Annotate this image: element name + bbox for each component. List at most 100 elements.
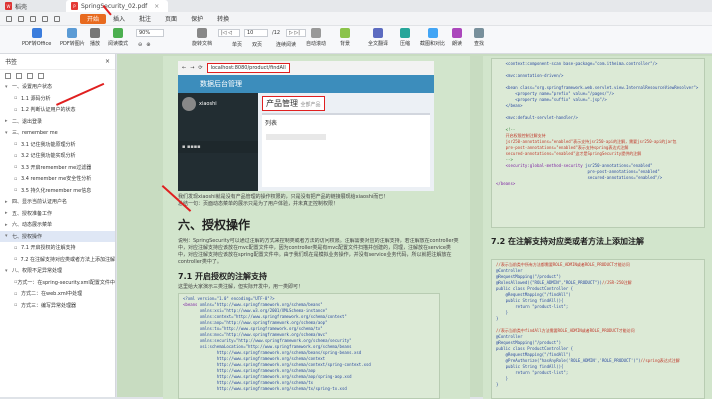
app-main: 产品管理 全部产品 列表 bbox=[258, 93, 434, 191]
rotate-button[interactable]: 旋转文档 bbox=[192, 28, 212, 47]
single-page-button[interactable]: 单页 bbox=[232, 41, 242, 48]
bookmark-item[interactable]: ▸ 四、显示当前认证用户名 bbox=[0, 196, 115, 208]
collapse-icon[interactable] bbox=[16, 72, 22, 79]
next-page-button[interactable]: ▷ ▷| bbox=[286, 29, 306, 37]
menu-protect[interactable]: 保护 bbox=[184, 14, 210, 24]
bookmark-item[interactable]: ▸ 六、动态展示菜单 bbox=[0, 219, 115, 231]
bookmark-item[interactable]: ▫ 3.5 持久化remember me信息 bbox=[0, 185, 115, 197]
undo-icon[interactable] bbox=[42, 15, 48, 22]
find-button[interactable]: 查找 bbox=[474, 28, 484, 47]
bookmark-item[interactable]: ▸ 五、授权准备工作 bbox=[0, 208, 115, 220]
zoom-controls: ⊖ ⊕ bbox=[136, 41, 164, 49]
menu-start[interactable]: 开始 bbox=[80, 13, 107, 24]
auto-scroll-button[interactable]: 自动滚动 bbox=[306, 28, 326, 47]
tab-document[interactable]: P SpringSecurity_02.pdf × bbox=[66, 0, 168, 12]
bookmark-item[interactable]: ▫ 1.2 判断认证用户的状态 bbox=[0, 104, 115, 116]
menu-page[interactable]: 页面 bbox=[158, 14, 184, 24]
bookmark-label: 3.4 remember me安全性分析 bbox=[21, 176, 92, 183]
tool-label: 查找 bbox=[474, 41, 485, 47]
pdf-to-image-button[interactable]: PDF转图片 bbox=[60, 28, 85, 47]
zoom-in-icon[interactable]: ⊕ bbox=[146, 42, 150, 48]
print-icon[interactable] bbox=[30, 15, 36, 22]
bookmark-item[interactable]: ▫ 方式三：编写异常处理器 bbox=[0, 300, 115, 312]
bookmark-item[interactable]: ▫ 3.3 开启remember me过滤器 bbox=[0, 162, 115, 174]
zoom-out-icon[interactable]: ⊖ bbox=[138, 42, 142, 48]
translate-button[interactable]: 全文翻译 bbox=[368, 28, 388, 47]
tool-label: 播放 bbox=[90, 41, 101, 47]
menu-icon[interactable] bbox=[6, 15, 12, 22]
bookmark-item[interactable]: ▫ 3.4 remember me安全性分析 bbox=[0, 173, 115, 185]
expand-arrow-icon: ▾ bbox=[5, 267, 8, 274]
bookmark-item[interactable]: ▾ 八、权限不足异常处理 bbox=[0, 265, 115, 277]
add-bookmark-icon[interactable] bbox=[27, 72, 33, 79]
read-aloud-button[interactable]: 朗读 bbox=[452, 28, 462, 47]
save-icon[interactable] bbox=[18, 15, 24, 22]
tool-label: 压缩 bbox=[400, 41, 411, 47]
play-button[interactable]: 播放 bbox=[90, 28, 100, 47]
code-block: <?xml version="1.0" encoding="UTF-8"?> <… bbox=[178, 293, 440, 399]
bookmark-label: 方式二：在web.xml中处理 bbox=[21, 291, 83, 298]
product-title-box: 产品管理 全部产品 bbox=[262, 96, 325, 111]
background-button[interactable]: 背景 bbox=[340, 28, 350, 47]
bookmark-item[interactable]: ▫ 7.1 开启授权的注解支持 bbox=[0, 242, 115, 254]
bookmark-item[interactable]: ▫ 3.1 记住我功能原理分析 bbox=[0, 139, 115, 151]
zoom-select[interactable]: 90% bbox=[136, 29, 164, 37]
close-icon[interactable]: × bbox=[105, 58, 110, 65]
bookmark-label: 3.3 开启remember me过滤器 bbox=[21, 164, 92, 171]
bookmark-item[interactable]: ▫ 方式二：在web.xml中处理 bbox=[0, 288, 115, 300]
delete-bookmark-icon[interactable] bbox=[38, 72, 44, 79]
home-icon: W bbox=[5, 2, 12, 10]
expand-icon[interactable] bbox=[5, 72, 11, 79]
tool-label: 自动滚动 bbox=[306, 41, 327, 47]
bookmark-item[interactable]: ▾ 七、授权操作 bbox=[0, 230, 115, 242]
bookmark-icon: ▫ bbox=[14, 290, 18, 297]
tool-label: 双页 bbox=[252, 42, 263, 48]
user-panel: xiaoshi bbox=[178, 93, 258, 115]
tool-label: 阅读模式 bbox=[108, 41, 129, 47]
pdf-icon: P bbox=[71, 2, 78, 10]
bookmark-label: 7.2 在注解支持对应类或者方法上添加注解 bbox=[20, 256, 115, 263]
double-page-button[interactable]: 双页 bbox=[252, 41, 262, 48]
bookmark-item[interactable]: ▾ 三、remember me bbox=[0, 127, 115, 139]
bookmark-icon: ▫ bbox=[14, 175, 18, 182]
menu-annotate[interactable]: 批注 bbox=[132, 14, 158, 24]
bookmark-label: 方式一：在spring-security.xml配置文件中处理 bbox=[17, 279, 115, 286]
compress-button[interactable]: 压缩 bbox=[400, 28, 410, 47]
bookmark-header: 书签 × bbox=[0, 54, 115, 70]
pdf-to-office-button[interactable]: PDF转Office bbox=[22, 28, 51, 47]
bookmark-label: 3.5 持久化remember me信息 bbox=[21, 187, 92, 194]
read-mode-button[interactable]: 阅读模式 bbox=[108, 28, 128, 47]
redo-icon[interactable] bbox=[54, 15, 60, 22]
paragraph: 这里给大家演示三类注解，但实际开发中，用一类即可！ bbox=[178, 284, 304, 290]
bookmark-label: 五、授权准备工作 bbox=[12, 210, 53, 217]
code-block: //表示当前类中所有方法都需要ROLE_ADMIN或者ROLE_PRODUCT才… bbox=[491, 259, 705, 399]
tool-label: 背景 bbox=[340, 41, 351, 47]
bookmark-label: 1.1 源码分析 bbox=[21, 95, 51, 102]
toolbar: PDF转Office PDF转图片 播放 阅读模式 90% ⊖ ⊕ 旋转文档 |◁… bbox=[0, 26, 712, 54]
page-input[interactable]: 10 bbox=[244, 29, 268, 37]
bookmark-tree: ▾ 一、设置用户状态 ▫ 1.1 源码分析 ▫ 1.2 判断认证用户的状态 ▸ 二、退出登录 ▾… bbox=[0, 81, 115, 311]
bookmark-label: 六、动态展示菜单 bbox=[12, 222, 53, 229]
bookmark-item[interactable]: ▫ 3.2 记住我功能实现分析 bbox=[0, 150, 115, 162]
bookmark-item[interactable]: ▸ 二、退出登录 bbox=[0, 116, 115, 128]
expand-arrow-icon: ▸ bbox=[5, 221, 8, 228]
bookmark-item[interactable]: ▫ 方式一：在spring-security.xml配置文件中处理 bbox=[0, 277, 115, 289]
tab-home[interactable]: W 稻壳 bbox=[0, 0, 64, 12]
bookmark-label: 方式三：编写异常处理器 bbox=[21, 302, 77, 309]
total-pages: 12 bbox=[273, 30, 281, 36]
screenshot-button[interactable]: 截图和对比 bbox=[420, 28, 445, 47]
document-view: ← → ⟳ localhost:8080/product/findAll 数据后台管理… bbox=[117, 54, 712, 399]
expand-arrow-icon: ▸ bbox=[5, 118, 8, 125]
first-page-button[interactable]: |◁ ◁ bbox=[218, 29, 240, 37]
bookmark-item[interactable]: ▫ 7.2 在注解支持对应类或者方法上添加注解 bbox=[0, 254, 115, 266]
bookmark-icon: ▫ bbox=[14, 187, 18, 194]
panel-title: 书签 bbox=[5, 59, 18, 66]
speaker-icon bbox=[452, 28, 462, 38]
close-icon[interactable]: × bbox=[154, 3, 159, 10]
menu-convert[interactable]: 转换 bbox=[210, 14, 236, 24]
bookmark-label: 八、权限不足异常处理 bbox=[12, 268, 63, 275]
page-total: /12 bbox=[272, 30, 281, 36]
bookmark-label: 7.1 开启授权的注解支持 bbox=[21, 245, 76, 252]
search-icon bbox=[474, 28, 484, 38]
continuous-button[interactable]: 连续阅读 bbox=[276, 41, 296, 48]
